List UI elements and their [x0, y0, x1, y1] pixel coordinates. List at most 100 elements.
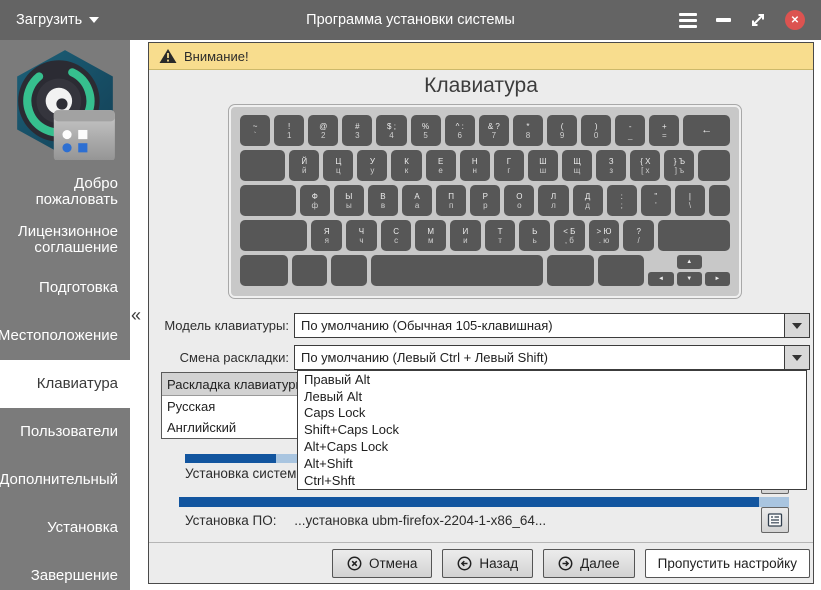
keyboard-key: Яя	[311, 220, 343, 251]
minimize-icon[interactable]	[716, 18, 731, 22]
sidebar-item[interactable]: Добро пожаловать	[0, 168, 130, 216]
keyboard-key: Цц	[323, 150, 354, 181]
keyboard-key: Аа	[402, 185, 433, 216]
keyboard-key: - _	[615, 115, 646, 146]
keyboard-key: | \	[674, 185, 705, 216]
sidebar-item[interactable]: Пользователи	[0, 408, 130, 456]
keyboard-key: #3	[342, 115, 373, 146]
keyboard-key	[331, 255, 367, 286]
keyboard-key	[240, 220, 308, 251]
keyboard-row: Фф Ыы Вв Аа Пп Рр Оо Лл Дд:; " ' | \	[240, 185, 731, 216]
chevron-down-icon[interactable]	[784, 314, 809, 337]
skip-setup-label: Пропустить настройку	[657, 556, 797, 571]
sidebar-item[interactable]: Лицензионное соглашение	[0, 216, 130, 264]
keyboard-key: Уу	[357, 150, 388, 181]
keyboard-model-value: По умолчанию (Обычная 105-клавишная)	[301, 318, 553, 333]
sidebar-item[interactable]: Установка	[0, 504, 130, 552]
keyboard-key: :;	[606, 185, 637, 216]
dropdown-option[interactable]: Правый Alt	[298, 371, 806, 388]
keyboard-key: Нн	[459, 150, 490, 181]
keyboard-key: Ее	[425, 150, 456, 181]
chevron-down-icon	[89, 17, 100, 23]
keyboard-key	[698, 150, 731, 181]
software-progress-row: Установка ПО: ...установка ubm-firefox-2…	[185, 513, 546, 528]
software-progress-detail: ...установка ubm-firefox-2204-1-x86_64..…	[294, 513, 547, 528]
titlebar: Загрузить Программа установки системы ✕	[0, 0, 821, 40]
keyboard-key: ~ `	[240, 115, 271, 146]
dropdown-option[interactable]: Ctrl+Shft	[298, 472, 806, 489]
keyboard-model-label: Модель клавиатуры:	[164, 318, 289, 333]
dropdown-option[interactable]: Shift+Caps Lock	[298, 421, 806, 438]
arrow-right-key: ►	[704, 272, 730, 286]
cancel-button[interactable]: Отмена	[331, 549, 433, 578]
keyboard-key: Ыы	[333, 185, 364, 216]
keyboard-key: ^ :6	[444, 115, 475, 146]
arrow-right-icon	[558, 556, 573, 571]
software-progress-fill	[179, 497, 759, 507]
sidebar-item[interactable]: Дополнительный	[0, 456, 130, 504]
window-controls: ✕	[679, 10, 805, 30]
menu-icon[interactable]	[679, 12, 697, 28]
maximize-icon[interactable]	[750, 12, 766, 28]
keyboard-key: Зз	[596, 150, 627, 181]
arrow-left-icon	[457, 556, 472, 571]
sidebar-item[interactable]: Клавиатура	[0, 360, 130, 408]
keyboard-key: " '	[640, 185, 671, 216]
keyboard-key: Йй	[289, 150, 320, 181]
keyboard-key	[240, 185, 296, 216]
keyboard: ~ `! 1 @2 #3 $ ; 4% 5 ^ :6 & ? 7 * 8(9) 0- _ + = ← Йй Цц Уу К…	[229, 105, 741, 298]
load-menu-label: Загрузить	[16, 12, 83, 28]
keyboard-key: Ьь	[519, 220, 551, 251]
arrow-keys: ▲ ◄ ▼ ►	[648, 255, 730, 286]
main-panel: Внимание! Клавиатура ~ `! 1 @2 #3 $ ; 4% 5 ^ :6 &…	[148, 42, 814, 584]
sidebar-item[interactable]: Подготовка	[0, 264, 130, 312]
sidebar: Добро пожаловать Лицензионное соглашение П…	[0, 40, 130, 590]
next-button[interactable]: Далее	[543, 549, 635, 578]
keyboard-key: Шш	[527, 150, 559, 181]
chevron-down-icon[interactable]	[784, 346, 809, 369]
keyboard-key: Лл	[538, 185, 569, 216]
keyboard-key: Рр	[470, 185, 501, 216]
back-label: Назад	[479, 556, 519, 571]
keyboard-key: Ии	[450, 220, 481, 251]
load-menu-button[interactable]: Загрузить	[16, 12, 100, 28]
system-progress-label: Установка системы:	[185, 466, 310, 481]
installer-logo	[0, 40, 130, 168]
keyboard-key	[240, 255, 289, 286]
sidebar-collapse-button[interactable]: «	[131, 306, 141, 324]
keyboard-model-select[interactable]: По умолчанию (Обычная 105-клавишная)	[294, 313, 810, 338]
close-icon[interactable]: ✕	[785, 10, 805, 30]
cancel-icon	[347, 556, 362, 571]
window-glyph	[53, 110, 115, 160]
skip-setup-button[interactable]: Пропустить настройку	[644, 549, 810, 578]
sidebar-item[interactable]: Местоположение	[0, 312, 130, 360]
keyboard-key: Пп	[436, 185, 467, 216]
keyboard-key: (9	[546, 115, 578, 146]
dropdown-option[interactable]: Caps Lock	[298, 405, 806, 422]
keyboard-key: $ ; 4	[376, 115, 407, 146]
keyboard-key	[597, 255, 645, 286]
software-log-button[interactable]	[761, 507, 789, 533]
log-icon	[767, 513, 783, 527]
keyboard-key: + =	[649, 115, 680, 146]
layout-switch-row: Смена раскладки: По умолчанию (Левый Ctr…	[149, 345, 813, 370]
footer-buttons: Отмена Назад Далее Пропустить настройку	[331, 549, 810, 578]
dropdown-option[interactable]: Левый Alt	[298, 388, 806, 405]
dropdown-option[interactable]: Alt+Shift	[298, 455, 806, 472]
back-button[interactable]: Назад	[442, 549, 534, 578]
keyboard-row: Яя Чч Сс Мм Ии Тт Ьь < Б, б > Ю. ю? /	[240, 220, 731, 251]
keyboard-key: ! 1	[274, 115, 305, 146]
keyboard-key	[547, 255, 594, 286]
dropdown-option[interactable]: Alt+Caps Lock	[298, 438, 806, 455]
keyboard-key: Фф	[299, 185, 330, 216]
keyboard-key: Чч	[346, 220, 377, 251]
keyboard-key: & ? 7	[478, 115, 509, 146]
sidebar-item[interactable]: Завершение	[0, 552, 130, 590]
keyboard-row: ▲ ◄ ▼ ►	[240, 255, 730, 286]
layout-switch-select[interactable]: По умолчанию (Левый Ctrl + Левый Shift)	[294, 345, 810, 370]
keyboard-key: Сс	[380, 220, 412, 251]
next-label: Далее	[580, 556, 620, 571]
keyboard-row: Йй Цц Уу Кк Ее Нн Гг Шш Щщ Зз{ Х[ х} Ъ] ъ	[240, 150, 731, 181]
keyboard-key: Дд	[572, 185, 603, 216]
installer-window: Загрузить Программа установки системы ✕	[0, 0, 821, 590]
